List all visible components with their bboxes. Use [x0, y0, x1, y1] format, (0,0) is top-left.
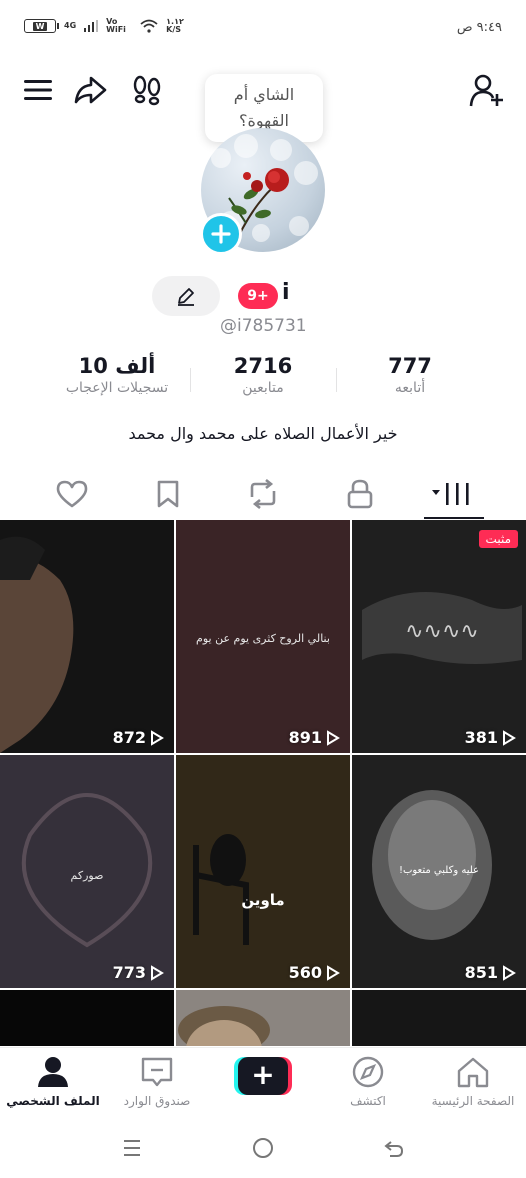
nav-profile-label: الملف الشخصي [6, 1094, 100, 1108]
profile-icon [38, 1057, 68, 1087]
tooltip-line1: الشاي أم [233, 85, 295, 104]
nav-home-label: الصفحة الرئيسية [431, 1094, 515, 1108]
compass-icon [352, 1056, 384, 1088]
followers-count: 2716 [233, 354, 293, 378]
signal-icon [84, 20, 99, 32]
video-thumbnail[interactable]: صوركم 773 [0, 755, 174, 988]
inbox-icon [141, 1057, 173, 1087]
video-caption: صوركم [70, 869, 104, 882]
play-icon [327, 729, 340, 746]
nav-profile[interactable]: الملف الشخصي [3, 1056, 103, 1108]
video-caption: بنالي الروح كثرى يوم عن يوم [196, 632, 330, 645]
play-icon [151, 964, 164, 981]
add-friend-icon[interactable] [468, 72, 506, 110]
stat-following[interactable]: 777 أتابعه [335, 354, 485, 396]
heart-icon [56, 480, 88, 508]
video-thumbnail[interactable] [0, 990, 174, 1046]
video-thumbnail[interactable]: 872 [0, 520, 174, 753]
home-icon [457, 1057, 489, 1088]
thumbnail-art [178, 1006, 270, 1046]
likes-label: تسجيلات الإعجاب [65, 380, 169, 396]
profile-bio: خير الأعمال الصلاه على محمد وال محمد [128, 424, 398, 443]
active-tab-indicator [424, 517, 484, 519]
battery-icon: W [24, 19, 59, 33]
home-button-icon[interactable] [249, 1134, 277, 1162]
nav-inbox-label: صندوق الوارد [123, 1094, 191, 1108]
tab-videos[interactable] [428, 476, 478, 512]
menu-icon[interactable] [22, 74, 54, 106]
wifi-icon [140, 19, 158, 33]
video-caption: عليه وكلبي متعوب! [398, 865, 480, 876]
tab-private[interactable] [342, 476, 378, 512]
pencil-icon [178, 288, 194, 306]
thumbnail-art [176, 755, 350, 988]
notification-badge[interactable]: 9+ [238, 283, 278, 309]
nav-discover[interactable]: اكتشف [318, 1056, 418, 1108]
video-thumbnail[interactable]: بنالي الروح كثرى يوم عن يوم 891 [176, 520, 350, 753]
thumbnail-art: ∿∿∿∿ [362, 592, 522, 664]
bookmark-icon [157, 480, 179, 508]
clock: ٩:٤٩ ص [456, 20, 502, 35]
system-nav [0, 1122, 526, 1178]
profile-tabs [0, 470, 526, 520]
back-icon[interactable] [380, 1134, 408, 1162]
display-name: i [282, 280, 290, 305]
status-bar: W 4G Vo WiFi ١.١٢ K/S ٩:٤٩ ص [0, 0, 526, 56]
view-count: 851 [465, 963, 516, 982]
stat-followers[interactable]: 2716 متابعين [188, 354, 338, 396]
nav-discover-label: اكتشف [350, 1094, 386, 1108]
following-label: أتابعه [394, 380, 426, 396]
view-count: 560 [289, 963, 340, 982]
view-count: 381 [465, 728, 516, 747]
view-count: 891 [289, 728, 340, 747]
video-thumbnail[interactable] [176, 990, 350, 1046]
video-thumbnail[interactable]: ماوين 560 [176, 755, 350, 988]
volte-label: Vo WiFi [106, 17, 126, 34]
grid-icon [432, 483, 469, 505]
bottom-nav: الصفحة الرئيسية اكتشف + صندوق الوارد الم… [0, 1047, 526, 1121]
video-grid: مثبت ∿∿∿∿ 381 بنالي الروح كثرى يوم عن يو… [0, 520, 526, 1046]
likes-count: 10 ألف [78, 354, 156, 378]
followers-label: متابعين [242, 380, 284, 396]
tab-liked[interactable] [53, 476, 91, 512]
lock-icon [347, 479, 373, 509]
stat-likes[interactable]: 10 ألف تسجيلات الإعجاب [42, 354, 192, 396]
play-icon [327, 964, 340, 981]
nav-inbox[interactable]: صندوق الوارد [107, 1056, 207, 1108]
video-thumbnail[interactable]: عليه وكلبي متعوب! 851 [352, 755, 526, 988]
play-icon [503, 729, 516, 746]
following-count: 777 [388, 354, 432, 378]
profile-stats: 777 أتابعه 2716 متابعين 10 ألف تسجيلات ا… [0, 354, 526, 410]
video-thumbnail[interactable] [352, 990, 526, 1046]
tab-favorites[interactable] [150, 476, 186, 512]
nav-home[interactable]: الصفحة الرئيسية [423, 1056, 523, 1108]
plus-icon: + [238, 1057, 288, 1095]
video-caption: ماوين [241, 891, 285, 909]
svg-text:∿∿∿∿: ∿∿∿∿ [405, 619, 479, 644]
recents-icon[interactable] [118, 1134, 146, 1162]
video-thumbnail[interactable]: مثبت ∿∿∿∿ 381 [352, 520, 526, 753]
repost-icon [250, 479, 276, 509]
footprints-icon[interactable] [130, 72, 164, 108]
play-icon [151, 729, 164, 746]
play-icon [503, 964, 516, 981]
tab-reposts[interactable] [244, 476, 282, 512]
view-count: 872 [113, 728, 164, 747]
net-speed: ١.١٢ K/S [166, 17, 184, 34]
network-type: 4G [64, 21, 77, 30]
profile-handle: @i785731 [220, 316, 307, 336]
status-icons: W 4G Vo WiFi ١.١٢ K/S [24, 18, 190, 34]
add-avatar-button[interactable] [200, 213, 242, 255]
view-count: 773 [113, 963, 164, 982]
edit-profile-button[interactable] [152, 276, 220, 316]
thumbnail-art [0, 536, 74, 753]
create-button[interactable]: + [234, 1057, 292, 1095]
plus-icon [211, 224, 231, 244]
share-icon[interactable] [72, 72, 108, 108]
